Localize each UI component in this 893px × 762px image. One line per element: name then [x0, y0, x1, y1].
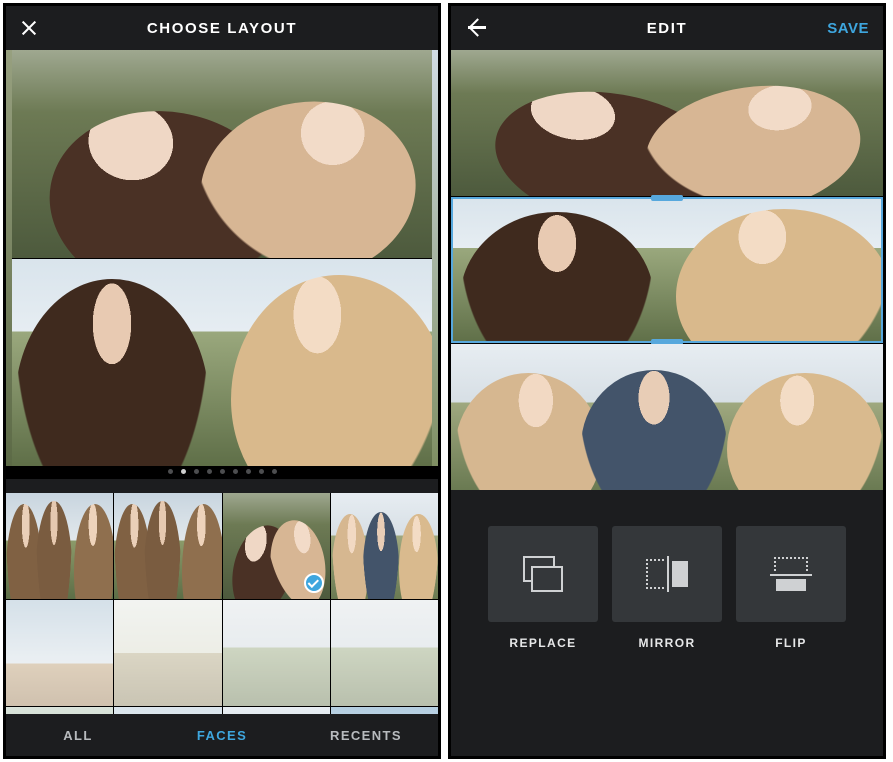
mirror-button[interactable]: [612, 526, 722, 622]
photo-thumbnail[interactable]: [331, 600, 438, 706]
photo-thumbnail[interactable]: [114, 707, 221, 714]
save-button[interactable]: SAVE: [813, 6, 883, 50]
photo-thumbnail[interactable]: [331, 493, 438, 599]
page-dot: [194, 469, 199, 474]
collage-cell[interactable]: [451, 344, 883, 490]
page-dot: [272, 469, 277, 474]
photo-thumbnail[interactable]: [331, 707, 438, 714]
collage-canvas[interactable]: [451, 50, 883, 490]
photo-thumbnail-selected[interactable]: [223, 493, 330, 599]
replace-icon: [523, 556, 563, 592]
header: CHOOSE LAYOUT: [6, 6, 438, 50]
flip-icon: [774, 553, 808, 595]
photo-thumbnail[interactable]: [6, 707, 113, 714]
tab-recents[interactable]: RECENTS: [294, 714, 438, 756]
tab-faces[interactable]: FACES: [150, 714, 294, 756]
photo-grid[interactable]: [6, 493, 438, 714]
photo-thumbnail[interactable]: [114, 493, 221, 599]
layout-screen: CHOOSE LAYOUT ALL FACES RECENTS: [3, 3, 441, 759]
mirror-label: MIRROR: [612, 636, 722, 650]
replace-label: REPLACE: [488, 636, 598, 650]
replace-button[interactable]: [488, 526, 598, 622]
header: EDIT SAVE: [451, 6, 883, 50]
photo-thumbnail[interactable]: [223, 600, 330, 706]
page-dot: [168, 469, 173, 474]
flip-button[interactable]: [736, 526, 846, 622]
mirror-icon: [645, 559, 689, 589]
photo-thumbnail[interactable]: [114, 600, 221, 706]
collage-cell[interactable]: [451, 50, 883, 196]
filter-tabs: ALL FACES RECENTS: [6, 714, 438, 756]
carousel-page-indicator: [6, 469, 438, 474]
back-arrow-icon: [465, 17, 487, 39]
page-dot: [181, 469, 186, 474]
page-dot: [246, 469, 251, 474]
layout-preview-carousel[interactable]: [6, 50, 438, 479]
photo-thumbnail[interactable]: [6, 493, 113, 599]
header-title: EDIT: [647, 20, 688, 37]
page-dot: [259, 469, 264, 474]
photo-thumbnail[interactable]: [223, 707, 330, 714]
selected-check-icon: [304, 573, 324, 593]
collage-cell-selected[interactable]: [451, 197, 883, 343]
resize-handle-top[interactable]: [651, 195, 683, 201]
preview-photo: [6, 259, 438, 467]
page-dot: [220, 469, 225, 474]
edit-tools: [451, 526, 883, 622]
close-button[interactable]: [6, 6, 34, 50]
carousel-peek-left: [6, 50, 12, 466]
layout-option-two-row[interactable]: [6, 50, 438, 466]
preview-photo: [6, 50, 438, 258]
photo-thumbnail[interactable]: [6, 600, 113, 706]
page-dot: [233, 469, 238, 474]
flip-label: FLIP: [736, 636, 846, 650]
edit-screen: EDIT SAVE REPLACE MIRROR FLIP: [448, 3, 886, 759]
back-button[interactable]: [451, 6, 501, 50]
carousel-peek-right: [432, 50, 438, 466]
tab-all[interactable]: ALL: [6, 714, 150, 756]
page-dot: [207, 469, 212, 474]
header-title: CHOOSE LAYOUT: [147, 20, 297, 37]
edit-tool-labels: REPLACE MIRROR FLIP: [451, 636, 883, 650]
